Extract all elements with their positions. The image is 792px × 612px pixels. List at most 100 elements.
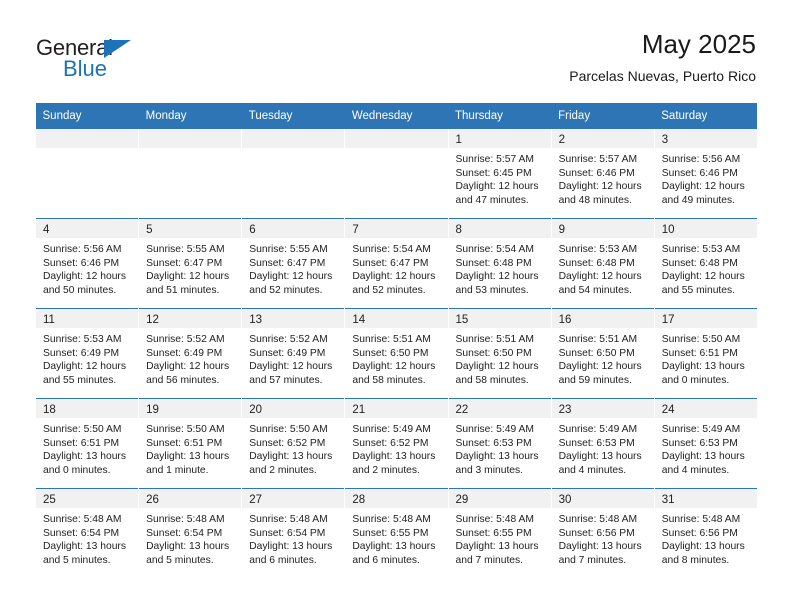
calendar-cell-day-31[interactable]: 31 Sunrise: 5:48 AM Sunset: 6:56 PM Dayligh… [653, 488, 758, 578]
day-details: Sunrise: 5:53 AM Sunset: 6:49 PM Daylight:… [36, 328, 138, 387]
calendar-cell-day-24[interactable]: 24 Sunrise: 5:49 AM Sunset: 6:53 PM Dayligh… [653, 398, 758, 489]
calendar-cell-day-13[interactable]: 13 Sunrise: 5:52 AM Sunset: 6:49 PM Dayligh… [241, 308, 345, 399]
day-number: 5 [146, 224, 153, 236]
day-number: 27 [249, 494, 263, 506]
calendar-cell-day-7[interactable]: 7 Sunrise: 5:54 AM Sunset: 6:47 PM Daylight… [344, 218, 448, 309]
calendar-week-row: 25 Sunrise: 5:48 AM Sunset: 6:54 PM Dayligh… [34, 488, 758, 578]
day-number: 12 [146, 314, 159, 326]
calendar-cell-inner: 15 Sunrise: 5:51 AM Sunset: 6:50 PM Dayligh… [448, 309, 551, 398]
day-number: 21 [352, 404, 366, 416]
daylight-text: Daylight: 13 hours [43, 541, 126, 553]
sunrise-text: Sunrise: 5:48 AM [249, 514, 328, 525]
calendar-cell-day-3[interactable]: 3 Sunrise: 5:56 AM Sunset: 6:46 PM Daylight… [653, 129, 758, 219]
day-number: 19 [146, 404, 159, 416]
day-details: Sunrise: 5:56 AM Sunset: 6:46 PM Daylight:… [36, 238, 138, 297]
calendar-cell-day-9[interactable]: 9 Sunrise: 5:53 AM Sunset: 6:48 PM Daylight… [550, 218, 655, 309]
day-number: 30 [558, 494, 572, 506]
sunset-text: Sunset: 6:47 PM [146, 257, 223, 269]
calendar-cell-day-5[interactable]: 5 Sunrise: 5:55 AM Sunset: 6:47 PM Daylight… [138, 218, 242, 309]
calendar-cell-day-26[interactable]: 26 Sunrise: 5:48 AM Sunset: 6:54 PM Dayligh… [138, 488, 242, 578]
day-number: 13 [249, 314, 263, 326]
calendar-cell-inner: 8 Sunrise: 5:54 AM Sunset: 6:48 PM Daylight… [448, 219, 551, 308]
calendar-cell-day-23[interactable]: 23 Sunrise: 5:49 AM Sunset: 6:53 PM Dayligh… [550, 398, 655, 489]
daylight-text: Daylight: 13 hours [558, 541, 642, 553]
calendar-cell-day-27[interactable]: 27 Sunrise: 5:48 AM Sunset: 6:54 PM Dayligh… [241, 488, 345, 578]
triangle-icon [104, 40, 131, 58]
sunrise-text: Sunrise: 5:48 AM [558, 514, 638, 525]
daylight-text: Daylight: 13 hours [661, 451, 745, 463]
daylight-text: Daylight: 12 hours [661, 271, 745, 283]
day-number: 22 [455, 404, 469, 416]
calendar-cell-inner: 1 Sunrise: 5:57 AM Sunset: 6:45 PM Daylight… [448, 129, 551, 218]
day-number-band: 18 [36, 399, 139, 418]
calendar-cell-empty [344, 129, 448, 219]
day-number-band: 19 [139, 399, 242, 418]
day-number-band: 8 [448, 219, 551, 238]
calendar-cell-inner: 17 Sunrise: 5:50 AM Sunset: 6:51 PM Dayligh… [654, 309, 758, 398]
daylight-text: Daylight: 13 hours [558, 451, 642, 463]
day-number-band [36, 129, 139, 148]
page-subtitle: Parcelas Nuevas, Puerto Rico [569, 68, 756, 84]
day-number: 20 [249, 404, 263, 416]
daylight-text: and 55 minutes. [43, 374, 117, 386]
calendar-cell-day-6[interactable]: 6 Sunrise: 5:55 AM Sunset: 6:47 PM Daylight… [241, 218, 345, 309]
calendar-cell-inner: 31 Sunrise: 5:48 AM Sunset: 6:56 PM Dayligh… [654, 489, 758, 578]
daylight-text: and 1 minute. [146, 464, 209, 476]
calendar-cell-day-21[interactable]: 21 Sunrise: 5:49 AM Sunset: 6:52 PM Dayligh… [344, 398, 448, 489]
page-title: May 2025 [641, 29, 756, 59]
calendar-cell-day-16[interactable]: 16 Sunrise: 5:51 AM Sunset: 6:50 PM Dayligh… [550, 308, 655, 399]
calendar-cell-day-2[interactable]: 2 Sunrise: 5:57 AM Sunset: 6:46 PM Daylight… [550, 129, 655, 219]
calendar-cell-day-1[interactable]: 1 Sunrise: 5:57 AM Sunset: 6:45 PM Daylight… [447, 129, 552, 219]
daylight-text: and 52 minutes. [352, 284, 426, 296]
sunrise-text: Sunrise: 5:48 AM [661, 514, 741, 525]
daylight-text: Daylight: 12 hours [455, 181, 539, 193]
calendar-header-row: Sunday Monday Tuesday Wednesday Thursday Frid… [35, 103, 758, 129]
calendar-cell-day-19[interactable]: 19 Sunrise: 5:50 AM Sunset: 6:51 PM Dayligh… [138, 398, 242, 489]
calendar-cell-inner: 24 Sunrise: 5:49 AM Sunset: 6:53 PM Dayligh… [654, 399, 758, 488]
calendar-cell-day-10[interactable]: 10 Sunrise: 5:53 AM Sunset: 6:48 PM Dayligh… [653, 218, 758, 309]
day-number-band: 11 [36, 309, 139, 328]
day-details: Sunrise: 5:49 AM Sunset: 6:52 PM Daylight:… [345, 418, 447, 477]
sunrise-text: Sunrise: 5:48 AM [352, 514, 431, 525]
calendar-cell-day-14[interactable]: 14 Sunrise: 5:51 AM Sunset: 6:50 PM Dayligh… [344, 308, 448, 399]
calendar-cell-inner: 11 Sunrise: 5:53 AM Sunset: 6:49 PM Dayligh… [36, 309, 139, 398]
day-number: 26 [146, 494, 159, 506]
calendar-cell-day-17[interactable]: 17 Sunrise: 5:50 AM Sunset: 6:51 PM Dayligh… [653, 308, 758, 399]
calendar-cell-inner [139, 129, 242, 218]
daylight-text: and 5 minutes. [146, 554, 214, 566]
calendar-cell-inner: 13 Sunrise: 5:52 AM Sunset: 6:49 PM Dayligh… [242, 309, 345, 398]
daylight-text: and 4 minutes. [661, 464, 730, 476]
calendar-cell-day-8[interactable]: 8 Sunrise: 5:54 AM Sunset: 6:48 PM Daylight… [447, 218, 552, 309]
weekday-header-friday: Friday [551, 103, 655, 129]
calendar-cell-day-4[interactable]: 4 Sunrise: 5:56 AM Sunset: 6:46 PM Daylight… [34, 218, 139, 309]
brand-logo[interactable]: General Blue [36, 36, 166, 82]
sunset-text: Sunset: 6:49 PM [249, 347, 326, 359]
day-details: Sunrise: 5:48 AM Sunset: 6:54 PM Daylight:… [242, 508, 344, 567]
calendar-cell-day-15[interactable]: 15 Sunrise: 5:51 AM Sunset: 6:50 PM Dayligh… [447, 308, 552, 399]
day-number: 29 [455, 494, 469, 506]
day-details: Sunrise: 5:50 AM Sunset: 6:52 PM Daylight:… [242, 418, 344, 477]
calendar-cell-day-20[interactable]: 20 Sunrise: 5:50 AM Sunset: 6:52 PM Dayligh… [241, 398, 345, 489]
weekday-header-tuesday: Tuesday [241, 103, 345, 129]
calendar-cell-day-29[interactable]: 29 Sunrise: 5:48 AM Sunset: 6:55 PM Dayligh… [447, 488, 552, 578]
calendar-week-row: 18 Sunrise: 5:50 AM Sunset: 6:51 PM Dayligh… [34, 398, 758, 489]
day-details: Sunrise: 5:57 AM Sunset: 6:45 PM Daylight:… [449, 148, 551, 207]
day-number-band: 27 [242, 489, 345, 508]
calendar-cell-day-11[interactable]: 11 Sunrise: 5:53 AM Sunset: 6:49 PM Dayligh… [34, 308, 139, 399]
sunset-text: Sunset: 6:47 PM [249, 257, 326, 269]
sunrise-text: Sunrise: 5:48 AM [43, 514, 122, 525]
calendar-cell-day-25[interactable]: 25 Sunrise: 5:48 AM Sunset: 6:54 PM Dayligh… [34, 488, 139, 578]
calendar-cell-day-30[interactable]: 30 Sunrise: 5:48 AM Sunset: 6:56 PM Dayligh… [550, 488, 655, 578]
calendar-cell-day-12[interactable]: 12 Sunrise: 5:52 AM Sunset: 6:49 PM Dayligh… [138, 308, 242, 399]
sunset-text: Sunset: 6:47 PM [352, 257, 429, 269]
daylight-text: and 5 minutes. [43, 554, 111, 566]
daylight-text: and 0 minutes. [661, 374, 730, 386]
day-number-band: 4 [36, 219, 139, 238]
calendar-cell-day-22[interactable]: 22 Sunrise: 5:49 AM Sunset: 6:53 PM Dayligh… [447, 398, 552, 489]
sunset-text: Sunset: 6:50 PM [558, 347, 635, 359]
sunrise-text: Sunrise: 5:50 AM [43, 424, 122, 435]
sunrise-text: Sunrise: 5:49 AM [352, 424, 431, 435]
calendar-cell-day-28[interactable]: 28 Sunrise: 5:48 AM Sunset: 6:55 PM Dayligh… [344, 488, 448, 578]
day-details: Sunrise: 5:48 AM Sunset: 6:55 PM Daylight:… [449, 508, 551, 567]
calendar-cell-day-18[interactable]: 18 Sunrise: 5:50 AM Sunset: 6:51 PM Dayligh… [34, 398, 139, 489]
